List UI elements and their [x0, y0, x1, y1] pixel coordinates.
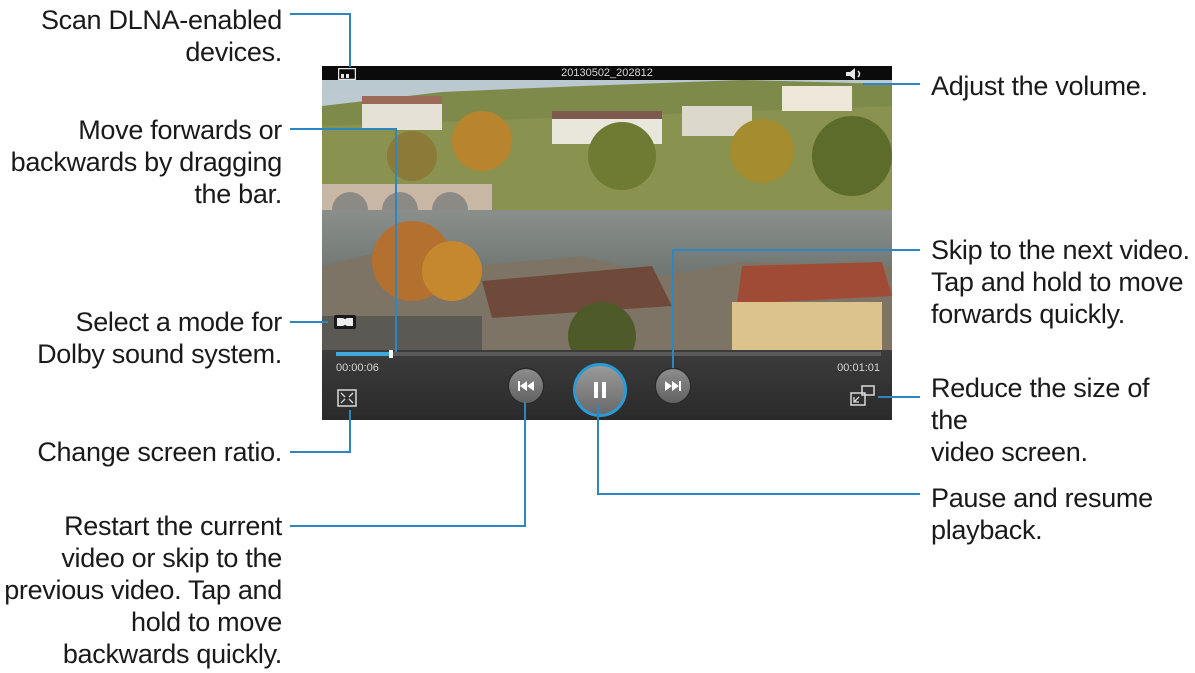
annotation-pause: Pause and resume playback. [931, 482, 1193, 546]
annotation-text: Adjust the volume. [931, 71, 1148, 101]
annotation-next: Skip to the next video. Tap and hold to … [931, 234, 1193, 330]
annotation-text: Skip to the next video. Tap and hold to … [931, 235, 1190, 329]
annotation-text: Reduce the size of the video screen. [931, 373, 1150, 467]
annotation-text: Change screen ratio. [37, 437, 282, 467]
leader-scan-dlna [290, 13, 351, 67]
seek-bar[interactable] [336, 350, 881, 358]
annotation-seek-bar: Move forwards or backwards by dragging t… [0, 114, 283, 210]
annotation-previous: Restart the current video or skip to the… [0, 510, 282, 670]
annotation-screen-ratio: Change screen ratio. [20, 436, 282, 468]
annotation-text: Scan DLNA-enabled devices. [40, 5, 282, 67]
previous-button[interactable] [507, 367, 545, 405]
annotation-popup: Reduce the size of the video screen. [931, 372, 1193, 468]
screen-ratio-icon[interactable] [336, 388, 358, 408]
seek-progress [336, 352, 391, 356]
annotation-dolby-mode: Select a mode for Dolby sound system. [30, 306, 282, 370]
dlna-icon[interactable] [338, 67, 356, 81]
elapsed-time: 00:00:06 [336, 362, 379, 374]
dolby-icon[interactable] [334, 315, 356, 329]
skip-previous-icon [518, 381, 534, 391]
video-player-screen[interactable]: 20130502_202812 00:00:06 00:01:01 [322, 66, 892, 420]
popup-player-icon[interactable] [850, 385, 876, 407]
leader-previous [290, 402, 526, 527]
annotation-text: Pause and resume playback. [931, 483, 1153, 545]
annotation-text: Restart the current video or skip to the… [4, 511, 282, 669]
annotation-text: Move forwards or backwards by dragging t… [10, 115, 283, 209]
skip-next-icon [665, 381, 681, 391]
seek-handle[interactable] [388, 350, 393, 358]
pause-icon [594, 382, 606, 398]
video-title: 20130502_202812 [561, 67, 653, 79]
annotation-volume: Adjust the volume. [931, 70, 1191, 102]
total-time: 00:01:01 [837, 362, 880, 374]
speaker-icon[interactable] [844, 66, 864, 82]
next-button[interactable] [654, 367, 692, 405]
annotation-text: Select a mode for Dolby sound system. [37, 307, 282, 369]
pause-button[interactable] [573, 363, 627, 417]
annotation-scan-dlna: Scan DLNA-enabled devices. [30, 4, 282, 68]
